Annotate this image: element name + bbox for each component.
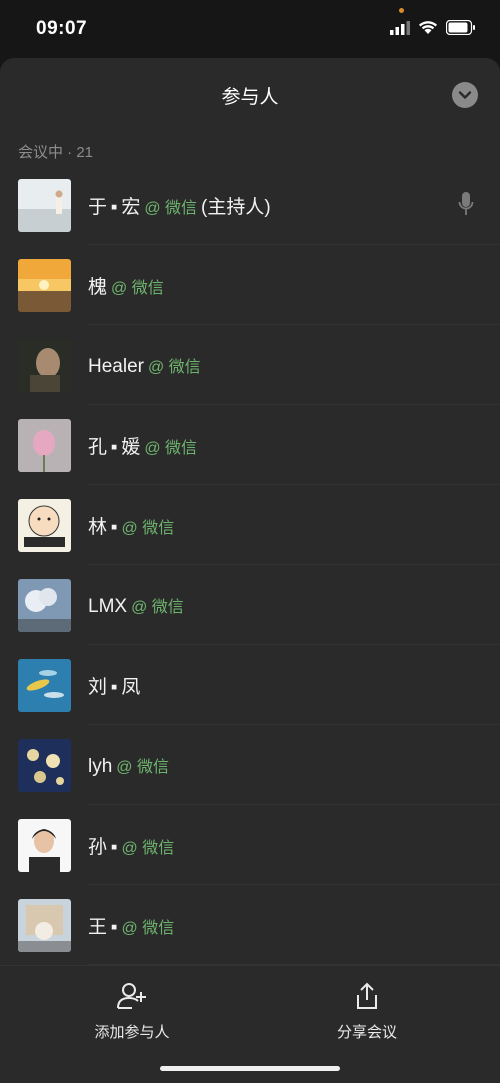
status-time: 09:07 bbox=[36, 18, 88, 39]
host-label: (主持人) bbox=[201, 196, 271, 218]
battery-icon bbox=[446, 20, 475, 35]
participant-row[interactable]: 刘 ▪ 凤 bbox=[0, 645, 500, 725]
wechat-tag: @ 微信 bbox=[121, 519, 175, 537]
avatar bbox=[18, 498, 71, 552]
wechat-tag: @ 微信 bbox=[116, 758, 169, 776]
avatar bbox=[18, 658, 71, 712]
participant-name: lyh bbox=[88, 755, 113, 777]
signal-icon bbox=[390, 20, 410, 35]
wechat-tag: @ 微信 bbox=[121, 919, 175, 937]
participant-name: 孔 ▪ 媛 bbox=[88, 436, 141, 458]
wechat-tag: @ 微信 bbox=[147, 358, 201, 376]
wechat-tag: @ 微信 bbox=[144, 439, 198, 457]
wechat-tag: @ 微信 bbox=[121, 839, 175, 857]
participant-row[interactable]: 孔 ▪ 媛 @ 微信 bbox=[0, 405, 500, 485]
participant-row[interactable]: lyh @ 微信 bbox=[0, 725, 500, 805]
participant-name: 孙 ▪ bbox=[88, 836, 118, 858]
recording-dot-icon bbox=[399, 8, 404, 13]
participants-sheet: 参与人 会议中 · 21 于 ▪ 宏 @ 微信 (主持人) 槐 @ 微信 Hea… bbox=[0, 58, 500, 1083]
avatar bbox=[18, 898, 71, 952]
participant-row[interactable]: 于 ▪ 宏 @ 微信 (主持人) bbox=[0, 165, 500, 245]
participant-row[interactable]: 王 ▪ @ 微信 bbox=[0, 885, 500, 965]
avatar bbox=[18, 178, 71, 232]
chevron-down-icon bbox=[458, 91, 472, 99]
wechat-tag: @ 微信 bbox=[111, 279, 164, 297]
wechat-tag: @ 微信 bbox=[144, 199, 198, 217]
avatar bbox=[18, 818, 71, 872]
participant-row[interactable]: 林 ▪ @ 微信 bbox=[0, 485, 500, 565]
share-meeting-button[interactable]: 分享会议 bbox=[287, 982, 447, 1042]
wifi-icon bbox=[419, 21, 437, 34]
avatar bbox=[18, 738, 71, 792]
share-icon bbox=[357, 982, 377, 1009]
participant-row[interactable]: 槐 @ 微信 bbox=[0, 245, 500, 325]
microphone-icon[interactable] bbox=[458, 191, 474, 217]
participant-row[interactable]: LMX @ 微信 bbox=[0, 565, 500, 645]
participant-name: 槐 bbox=[88, 276, 108, 298]
participant-row[interactable]: Healer @ 微信 bbox=[0, 325, 500, 405]
participant-name: 王 ▪ bbox=[88, 916, 118, 938]
home-indicator[interactable] bbox=[160, 1066, 340, 1071]
avatar bbox=[18, 338, 71, 392]
add-participant-label: 添加参与人 bbox=[94, 1024, 170, 1041]
avatar bbox=[18, 418, 71, 472]
participant-name: LMX bbox=[88, 595, 128, 617]
status-bar: 09:07 bbox=[0, 0, 500, 58]
wechat-tag: @ 微信 bbox=[131, 598, 184, 616]
system-icons bbox=[390, 20, 476, 35]
collapse-button[interactable] bbox=[452, 82, 478, 108]
participant-name: 刘 ▪ 凤 bbox=[88, 676, 141, 698]
add-person-icon bbox=[117, 983, 146, 1009]
sheet-title: 参与人 bbox=[221, 87, 279, 108]
in-meeting-count: 会议中 · 21 bbox=[18, 144, 94, 161]
participant-name: 林 ▪ bbox=[88, 516, 118, 538]
participant-name: 于 ▪ 宏 bbox=[88, 196, 141, 218]
participant-name: Healer bbox=[88, 355, 144, 377]
avatar bbox=[18, 578, 71, 632]
avatar bbox=[18, 258, 71, 312]
participant-row[interactable]: 孙 ▪ @ 微信 bbox=[0, 805, 500, 885]
share-meeting-label: 分享会议 bbox=[336, 1024, 397, 1041]
add-participant-button[interactable]: 添加参与人 bbox=[52, 982, 212, 1042]
participant-list: 于 ▪ 宏 @ 微信 (主持人) 槐 @ 微信 Healer @ 微信 孔 ▪ … bbox=[0, 165, 500, 965]
